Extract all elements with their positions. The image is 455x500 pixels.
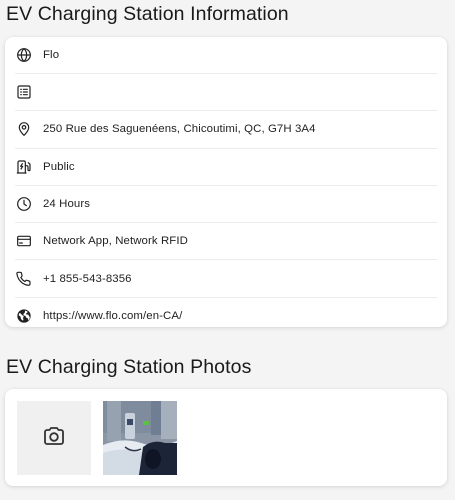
address-row[interactable]: 250 Rue des Saguenéens, Chicoutimi, QC, …	[15, 111, 437, 149]
phone-icon	[16, 271, 32, 287]
list-icon	[16, 84, 32, 100]
add-photo-button[interactable]	[17, 401, 91, 475]
website-row[interactable]: https://www.flo.com/en-CA/	[15, 298, 437, 334]
info-section-title: EV Charging Station Information	[6, 3, 289, 25]
phone-row[interactable]: +1 855-543-8356	[15, 260, 437, 298]
station-details-page: EV Charging Station Information Flo 250 …	[0, 0, 455, 500]
earth-icon	[16, 308, 32, 324]
access-row[interactable]: Public	[15, 149, 437, 186]
website-text: https://www.flo.com/en-CA/	[43, 309, 183, 322]
network-text: Flo	[43, 49, 60, 61]
network-row[interactable]: Flo	[15, 37, 437, 74]
clock-icon	[16, 196, 32, 212]
credit-card-icon	[16, 233, 32, 249]
info-card: Flo 250 Rue des Saguenéens, Chicoutimi, …	[5, 37, 447, 327]
payment-text: Network App, Network RFID	[43, 235, 188, 248]
phone-text: +1 855-543-8356	[43, 272, 132, 285]
camera-icon	[42, 424, 66, 453]
station-photo-thumbnail[interactable]	[103, 401, 177, 475]
hours-row[interactable]: 24 Hours	[15, 186, 437, 224]
address-text: 250 Rue des Saguenéens, Chicoutimi, QC, …	[43, 123, 316, 136]
access-text: Public	[43, 160, 75, 173]
location-pin-icon	[16, 121, 32, 137]
hours-text: 24 Hours	[43, 198, 91, 211]
photos-card	[5, 389, 447, 486]
photos-section-title: EV Charging Station Photos	[6, 356, 252, 378]
payment-row[interactable]: Network App, Network RFID	[15, 223, 437, 261]
ev-charger-icon	[16, 159, 32, 175]
details-row[interactable]	[15, 74, 437, 112]
globe-icon	[16, 47, 32, 63]
station-photo-image	[103, 401, 177, 475]
